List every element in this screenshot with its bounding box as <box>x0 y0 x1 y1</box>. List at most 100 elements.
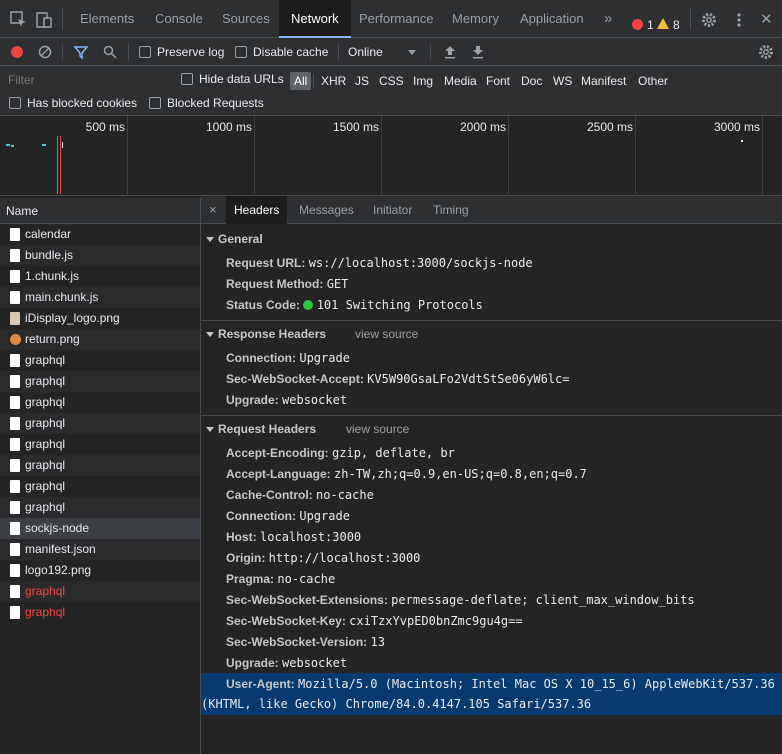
request-row-failed[interactable]: graphql <box>0 581 200 602</box>
header-row-selected[interactable]: User-Agent: Mozilla/5.0 (Macintosh; Inte… <box>226 677 775 691</box>
tab-network[interactable]: Network <box>279 0 351 38</box>
filter-input[interactable] <box>4 70 172 90</box>
filter-type-other[interactable]: Other <box>634 72 672 90</box>
request-view-source-link[interactable]: view source <box>346 422 409 436</box>
request-row[interactable]: main.chunk.js <box>0 287 200 308</box>
more-options-icon[interactable] <box>730 11 748 29</box>
filter-type-img[interactable]: Img <box>409 72 437 90</box>
document-icon <box>10 438 20 451</box>
general-section-toggle[interactable]: General <box>206 232 263 246</box>
blocked-requests-label[interactable]: Blocked Requests <box>167 96 264 110</box>
request-row[interactable]: bundle.js <box>0 245 200 266</box>
filter-type-all[interactable]: All <box>290 72 312 90</box>
search-icon[interactable] <box>103 45 117 62</box>
export-har-icon[interactable] <box>471 44 485 63</box>
has-blocked-cookies-checkbox[interactable] <box>9 97 21 109</box>
request-row-failed[interactable]: graphql <box>0 602 200 623</box>
warning-count[interactable]: 8 <box>673 18 680 32</box>
settings-gear-icon[interactable] <box>700 11 718 29</box>
header-value: 101 Switching Protocols <box>316 298 483 312</box>
filter-type-font[interactable]: Font <box>482 72 514 90</box>
request-row[interactable]: logo192.png <box>0 560 200 581</box>
filter-icon[interactable] <box>73 45 89 62</box>
header-value-continued: (KHTML, like Gecko) Chrome/84.0.4147.105… <box>201 697 592 711</box>
request-row[interactable]: iDisplay_logo.png <box>0 308 200 329</box>
throttling-select[interactable]: Online <box>348 45 383 59</box>
blocked-requests-checkbox[interactable] <box>149 97 161 109</box>
preserve-log-label[interactable]: Preserve log <box>157 45 224 59</box>
request-row[interactable]: return.png <box>0 329 200 350</box>
inspect-element-icon[interactable] <box>10 11 28 29</box>
header-row: Origin: http://localhost:3000 <box>226 551 420 565</box>
import-har-icon[interactable] <box>443 44 457 63</box>
tab-application[interactable]: Application <box>508 0 596 38</box>
request-row-selected[interactable]: sockjs-node <box>0 518 200 539</box>
tab-console[interactable]: Console <box>143 0 215 38</box>
tab-performance[interactable]: Performance <box>347 0 445 38</box>
hide-data-urls-label[interactable]: Hide data URLs <box>199 72 284 86</box>
filter-type-doc[interactable]: Doc <box>517 72 546 90</box>
network-settings-gear-icon[interactable] <box>757 43 775 64</box>
request-row[interactable]: graphql <box>0 476 200 497</box>
tab-messages[interactable]: Messages <box>291 196 362 224</box>
header-key: Pragma: <box>226 572 275 586</box>
record-icon[interactable] <box>11 46 23 58</box>
document-icon <box>10 228 20 241</box>
panel-splitter[interactable] <box>200 198 201 754</box>
tab-elements[interactable]: Elements <box>68 0 146 38</box>
request-headers-toggle[interactable]: Request Headers <box>206 422 316 436</box>
request-row[interactable]: 1.chunk.js <box>0 266 200 287</box>
clear-icon[interactable] <box>38 45 52 62</box>
filter-type-js[interactable]: JS <box>351 72 373 90</box>
response-headers-toggle[interactable]: Response Headers <box>206 327 326 341</box>
request-row[interactable]: graphql <box>0 497 200 518</box>
close-devtools-icon[interactable]: ✕ <box>760 11 778 29</box>
filter-type-ws[interactable]: WS <box>549 72 576 90</box>
has-blocked-cookies-label[interactable]: Has blocked cookies <box>27 96 137 110</box>
overview-tick: 500 ms <box>85 120 125 134</box>
response-view-source-link[interactable]: view source <box>355 327 418 341</box>
network-overview[interactable]: 500 ms 1000 ms 1500 ms 2000 ms 2500 ms 3… <box>0 116 782 196</box>
filter-type-media[interactable]: Media <box>440 72 481 90</box>
header-row: Sec-WebSocket-Key: cxiTzxYvpED0bnZmc9gu4… <box>226 614 523 628</box>
overview-gridline <box>762 116 763 196</box>
header-row: Accept-Language: zh-TW,zh;q=0.9,en-US;q=… <box>226 467 587 481</box>
tab-memory[interactable]: Memory <box>440 0 511 38</box>
error-count[interactable]: 1 <box>647 18 654 32</box>
filter-type-css[interactable]: CSS <box>375 72 408 90</box>
filter-type-xhr[interactable]: XHR <box>317 72 350 90</box>
header-value: http://localhost:3000 <box>268 551 421 565</box>
header-row: Host: localhost:3000 <box>226 530 361 544</box>
disable-cache-label[interactable]: Disable cache <box>253 45 328 59</box>
tab-initiator[interactable]: Initiator <box>365 196 420 224</box>
more-tabs-button[interactable]: » <box>592 0 624 38</box>
filter-type-manifest[interactable]: Manifest <box>577 72 630 90</box>
close-details-icon[interactable]: × <box>209 202 217 217</box>
device-toolbar-icon[interactable] <box>35 11 53 29</box>
header-key: Status Code: <box>226 298 301 312</box>
request-row[interactable]: graphql <box>0 413 200 434</box>
tab-timing[interactable]: Timing <box>425 196 477 224</box>
request-row[interactable]: calendar <box>0 224 200 245</box>
request-row[interactable]: graphql <box>0 392 200 413</box>
disable-cache-checkbox[interactable] <box>235 46 247 58</box>
request-name: iDisplay_logo.png <box>25 311 120 325</box>
dom-content-loaded-marker <box>57 136 58 194</box>
chevron-down-icon[interactable] <box>408 50 416 55</box>
preserve-log-checkbox[interactable] <box>139 46 151 58</box>
request-row[interactable]: graphql <box>0 434 200 455</box>
tab-headers[interactable]: Headers <box>226 196 288 224</box>
request-row[interactable]: manifest.json <box>0 539 200 560</box>
document-icon <box>10 249 20 262</box>
tab-sources[interactable]: Sources <box>210 0 282 38</box>
name-column-header[interactable]: Name <box>0 198 200 224</box>
header-key: Origin: <box>226 551 266 565</box>
request-row[interactable]: graphql <box>0 455 200 476</box>
request-name: calendar <box>25 227 72 241</box>
request-row[interactable]: graphql <box>0 350 200 371</box>
hide-data-urls-checkbox[interactable] <box>181 73 193 85</box>
request-name: sockjs-node <box>25 521 90 535</box>
request-name: manifest.json <box>25 542 96 556</box>
header-key: Sec-WebSocket-Accept: <box>226 372 364 386</box>
request-row[interactable]: graphql <box>0 371 200 392</box>
